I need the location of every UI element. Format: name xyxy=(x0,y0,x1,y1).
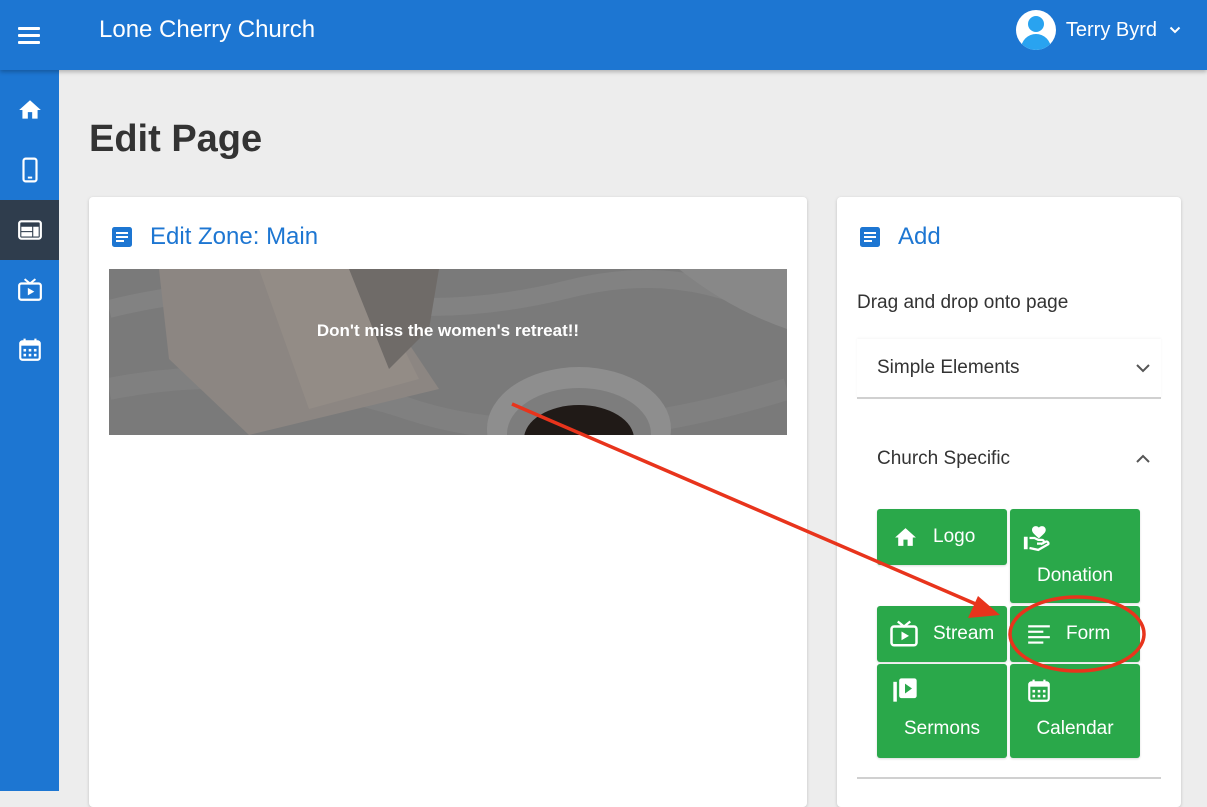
accordion-church-label: Church Specific xyxy=(877,448,1011,469)
stream-tile[interactable]: Stream xyxy=(877,606,1007,662)
accordion-simple-elements[interactable]: Simple Elements xyxy=(857,339,1161,399)
edit-zone-header: Edit Zone: Main xyxy=(110,221,318,253)
edit-zone-title: Edit Zone: Main xyxy=(150,223,319,250)
chevron-down-icon xyxy=(1136,364,1150,373)
app-title[interactable]: Lone Cherry Church xyxy=(99,14,315,46)
web-layout-icon xyxy=(17,220,42,240)
accordion-simple-label: Simple Elements xyxy=(877,357,1020,378)
user-menu[interactable]: Terry Byrd xyxy=(1015,10,1181,50)
user-name: Terry Byrd xyxy=(1065,18,1157,41)
volunteer-heart-hand-icon xyxy=(1023,526,1050,552)
calendar-icon xyxy=(18,338,41,361)
sidebar-item-stream[interactable] xyxy=(0,260,59,320)
sidebar-item-calendar[interactable] xyxy=(0,320,59,380)
form-lines-icon xyxy=(1028,625,1050,644)
article-icon xyxy=(112,227,132,247)
sidebar xyxy=(0,70,59,791)
article-icon xyxy=(860,227,880,247)
mobile-icon xyxy=(21,157,38,183)
calendar-tile-label: Calendar xyxy=(1036,718,1114,739)
add-elements-card: Add Drag and drop onto page Simple Eleme… xyxy=(837,197,1181,807)
calendar-icon xyxy=(1028,679,1050,702)
banner-background-image xyxy=(109,269,787,435)
donation-tile[interactable]: Donation xyxy=(1010,509,1140,603)
home-icon xyxy=(18,100,41,119)
top-app-bar: Lone Cherry Church Terry Byrd xyxy=(0,0,1207,70)
sermons-tile-label: Sermons xyxy=(903,718,981,739)
live-tv-icon xyxy=(890,620,918,647)
stream-tile-label: Stream xyxy=(933,623,995,644)
home-icon xyxy=(895,528,916,546)
sermons-tile[interactable]: Sermons xyxy=(877,664,1007,758)
calendar-tile[interactable]: Calendar xyxy=(1010,664,1140,758)
logo-tile-label: Logo xyxy=(933,526,976,547)
accordion-church-specific[interactable]: Church Specific xyxy=(857,429,1161,489)
sidebar-item-home[interactable] xyxy=(0,80,59,140)
chevron-down-icon xyxy=(1169,26,1181,34)
sidebar-item-mobile[interactable] xyxy=(0,140,59,200)
hero-banner-element[interactable]: Don't miss the women's retreat!! xyxy=(109,269,787,435)
sidebar-item-pages[interactable] xyxy=(0,200,59,260)
add-header: Add xyxy=(858,221,941,253)
form-tile[interactable]: Form xyxy=(1010,606,1140,662)
chevron-up-icon xyxy=(1136,454,1150,463)
live-tv-icon xyxy=(17,278,42,301)
hamburger-menu-icon[interactable] xyxy=(12,18,46,52)
logo-tile[interactable]: Logo xyxy=(877,509,1007,565)
form-tile-label: Form xyxy=(1066,623,1111,644)
avatar-icon xyxy=(1015,10,1056,50)
edit-zone-card: Edit Zone: Main Don't miss the women's r… xyxy=(89,197,807,807)
donation-tile-label: Donation xyxy=(1036,565,1114,586)
add-instructions: Drag and drop onto page xyxy=(857,292,1069,313)
add-title: Add xyxy=(898,223,941,250)
page-title: Edit Page xyxy=(89,118,263,160)
video-library-icon xyxy=(893,678,917,702)
banner-text: Don't miss the women's retreat!! xyxy=(316,321,580,340)
divider xyxy=(857,777,1161,779)
